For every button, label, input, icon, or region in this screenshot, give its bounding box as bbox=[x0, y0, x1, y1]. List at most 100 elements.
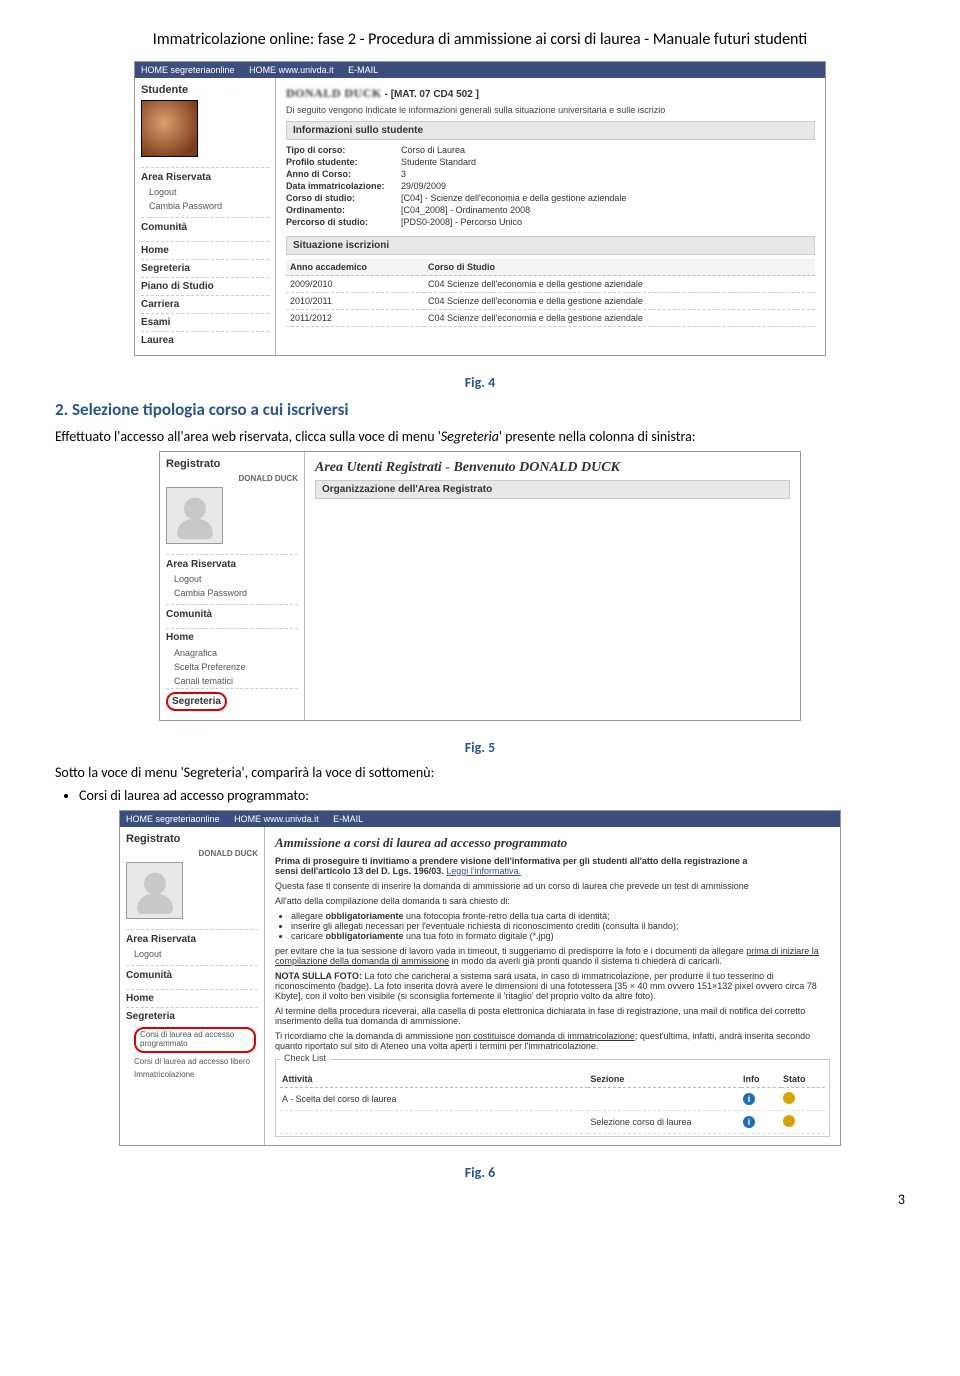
comunita-heading: Comunità bbox=[126, 965, 258, 983]
th-attivita: Attività bbox=[280, 1071, 588, 1088]
sidebar-title: Registrato bbox=[166, 458, 298, 470]
informativa-note: Prima di proseguire ti invitiamo a prend… bbox=[275, 856, 830, 876]
text-part: sensi dell'articolo 13 del D. Lgs. 196/0… bbox=[275, 866, 446, 876]
nav-anagrafica[interactable]: Anagrafica bbox=[166, 646, 298, 660]
nav-preferenze[interactable]: Scelta Preferenze bbox=[166, 660, 298, 674]
avatar bbox=[126, 862, 183, 919]
th-corso: Corso di Studio bbox=[424, 259, 815, 276]
screenshot-fig6: HOME segreteriaonline HOME www.univda.it… bbox=[119, 810, 841, 1146]
row-value: 3 bbox=[401, 169, 406, 179]
info-icon[interactable]: i bbox=[743, 1116, 755, 1128]
area-riservata-heading: Area Riservata bbox=[166, 554, 298, 572]
area-riservata-heading: Area Riservata bbox=[141, 167, 269, 185]
cambia-password-link[interactable]: Cambia Password bbox=[166, 586, 298, 600]
req-list: allegare obbligatoriamente una fotocopia… bbox=[291, 911, 830, 941]
nav-corsi-libero[interactable]: Corsi di laurea ad accesso libero bbox=[126, 1055, 258, 1068]
cambia-password-link[interactable]: Cambia Password bbox=[141, 199, 269, 213]
avatar bbox=[141, 100, 198, 157]
row-label: Corso di studio: bbox=[286, 193, 401, 203]
note-foto-label: NOTA SULLA FOTO: bbox=[275, 971, 362, 981]
nav-segreteria[interactable]: Segreteria bbox=[141, 259, 269, 277]
row-value: [C04] - Scienze dell'economia e della ge… bbox=[401, 193, 626, 203]
sidebar: Registrato DONALD DUCK Area Riservata Lo… bbox=[160, 452, 305, 720]
sidebar-title: Studente bbox=[141, 84, 269, 96]
status-icon bbox=[783, 1115, 795, 1127]
note-mail: Al termine della procedura riceverai, al… bbox=[275, 1006, 830, 1026]
text-em: Segreteria bbox=[441, 428, 499, 445]
td-anno: 2009/2010 bbox=[286, 276, 424, 293]
area-riservata-heading: Area Riservata bbox=[126, 929, 258, 947]
th-stato: Stato bbox=[781, 1071, 825, 1088]
text-part: Effettuato l'accesso all'area web riserv… bbox=[55, 428, 441, 445]
main-panel: Area Utenti Registrati - Benvenuto DONAL… bbox=[305, 452, 800, 720]
sotto-text: Sotto la voce di menu 'Segreteria', comp… bbox=[55, 764, 905, 781]
screenshot-fig5: Registrato DONALD DUCK Area Riservata Lo… bbox=[159, 451, 801, 721]
nav-segreteria-circled[interactable]: Segreteria bbox=[166, 688, 298, 714]
row-label: Anno di Corso: bbox=[286, 169, 401, 179]
org-bar: Organizzazione dell'Area Registrato bbox=[315, 480, 790, 499]
topbar-link[interactable]: E-MAIL bbox=[348, 65, 378, 75]
nav-home[interactable]: Home bbox=[166, 628, 298, 646]
sidebar: Registrato DONALD DUCK Area Riservata Lo… bbox=[120, 827, 265, 1145]
main-panel: Ammissione a corsi di laurea ad accesso … bbox=[265, 827, 840, 1145]
logout-link[interactable]: Logout bbox=[141, 185, 269, 199]
nav-canali[interactable]: Canali tematici bbox=[166, 674, 298, 688]
topbar-link[interactable]: HOME www.univda.it bbox=[234, 814, 319, 824]
th-info: Info bbox=[741, 1071, 781, 1088]
note-ricordiamo: Ti ricordiamo che la domanda di ammissio… bbox=[275, 1031, 830, 1051]
row-label: Tipo di corso: bbox=[286, 145, 401, 155]
row-value: [PDS0-2008] - Percorso Unico bbox=[401, 217, 522, 227]
logout-link[interactable]: Logout bbox=[126, 947, 258, 961]
req-item: caricare obbligatoriamente una tua foto … bbox=[291, 931, 830, 941]
th-anno: Anno accademico bbox=[286, 259, 424, 276]
text-part: ' presente nella colonna di sinistra: bbox=[499, 428, 696, 445]
sidebar: Studente Area Riservata Logout Cambia Pa… bbox=[135, 78, 276, 355]
row-value: Studente Standard bbox=[401, 157, 476, 167]
nav-laurea[interactable]: Laurea bbox=[141, 331, 269, 349]
page-number: 3 bbox=[55, 1191, 905, 1208]
topbar-link[interactable]: HOME segreteriaonline bbox=[126, 814, 220, 824]
nav-piano[interactable]: Piano di Studio bbox=[141, 277, 269, 295]
nav-corsi-programmato[interactable]: Corsi di laurea ad accesso programmato bbox=[126, 1025, 258, 1055]
topbar: HOME segreteriaonline HOME www.univda.it… bbox=[120, 811, 840, 827]
status-icon bbox=[783, 1092, 795, 1104]
avatar bbox=[166, 487, 223, 544]
section-2-heading: 2. Selezione tipologia corso a cui iscri… bbox=[55, 399, 905, 420]
row-label: Ordinamento: bbox=[286, 205, 401, 215]
bullet-list: Corsi di laurea ad accesso programmato: bbox=[79, 787, 905, 804]
nav-segreteria[interactable]: Segreteria bbox=[126, 1007, 258, 1025]
checklist-table: Attività Sezione Info Stato A - Scelta d… bbox=[280, 1071, 825, 1134]
segreteria-circled: Segreteria bbox=[166, 692, 227, 711]
situazione-bar: Situazione iscrizioni bbox=[286, 236, 815, 255]
corsi-programmato-circled: Corsi di laurea ad accesso programmato bbox=[134, 1027, 256, 1053]
nav-immatricolazione[interactable]: Immatricolazione bbox=[126, 1068, 258, 1081]
td-corso: C04 Scienze dell'economia e della gestio… bbox=[424, 276, 815, 293]
document-title: Immatricolazione online: fase 2 - Proced… bbox=[55, 30, 905, 49]
admission-heading: Ammissione a corsi di laurea ad accesso … bbox=[275, 835, 830, 851]
note-compilazione: All'atto della compilazione della domand… bbox=[275, 896, 830, 906]
checklist-legend: Check List bbox=[280, 1053, 330, 1063]
section-2-text: Effettuato l'accesso all'area web riserv… bbox=[55, 428, 905, 445]
row-value: Corso di Laurea bbox=[401, 145, 465, 155]
nav-esami[interactable]: Esami bbox=[141, 313, 269, 331]
info-icon[interactable]: i bbox=[743, 1093, 755, 1105]
comunita-heading: Comunità bbox=[141, 217, 269, 235]
text-part: in modo da averli già pronti quando il s… bbox=[449, 956, 722, 966]
nav-home[interactable]: Home bbox=[126, 989, 258, 1007]
td-corso: C04 Scienze dell'economia e della gestio… bbox=[424, 293, 815, 310]
logout-link[interactable]: Logout bbox=[166, 572, 298, 586]
nav-carriera[interactable]: Carriera bbox=[141, 295, 269, 313]
fig5-caption: Fig. 5 bbox=[55, 739, 905, 756]
topbar-link[interactable]: E-MAIL bbox=[333, 814, 363, 824]
topbar-link[interactable]: HOME segreteriaonline bbox=[141, 65, 235, 75]
screenshot-fig4: HOME segreteriaonline HOME www.univda.it… bbox=[134, 61, 826, 356]
sidebar-title: Registrato bbox=[126, 833, 258, 845]
comunita-heading: Comunità bbox=[166, 604, 298, 622]
topbar-link[interactable]: HOME www.univda.it bbox=[249, 65, 334, 75]
main-panel: DONALD DUCK - [MAT. 07 CD4 502 ] Di segu… bbox=[276, 78, 825, 355]
row-value: [C04_2008] - Ordinamento 2008 bbox=[401, 205, 530, 215]
informativa-link[interactable]: Leggi l'informativa. bbox=[446, 866, 521, 876]
note-foto: NOTA SULLA FOTO: La foto che caricherai … bbox=[275, 971, 830, 1001]
bullet-corsi: Corsi di laurea ad accesso programmato: bbox=[79, 787, 905, 804]
nav-home[interactable]: Home bbox=[141, 241, 269, 259]
